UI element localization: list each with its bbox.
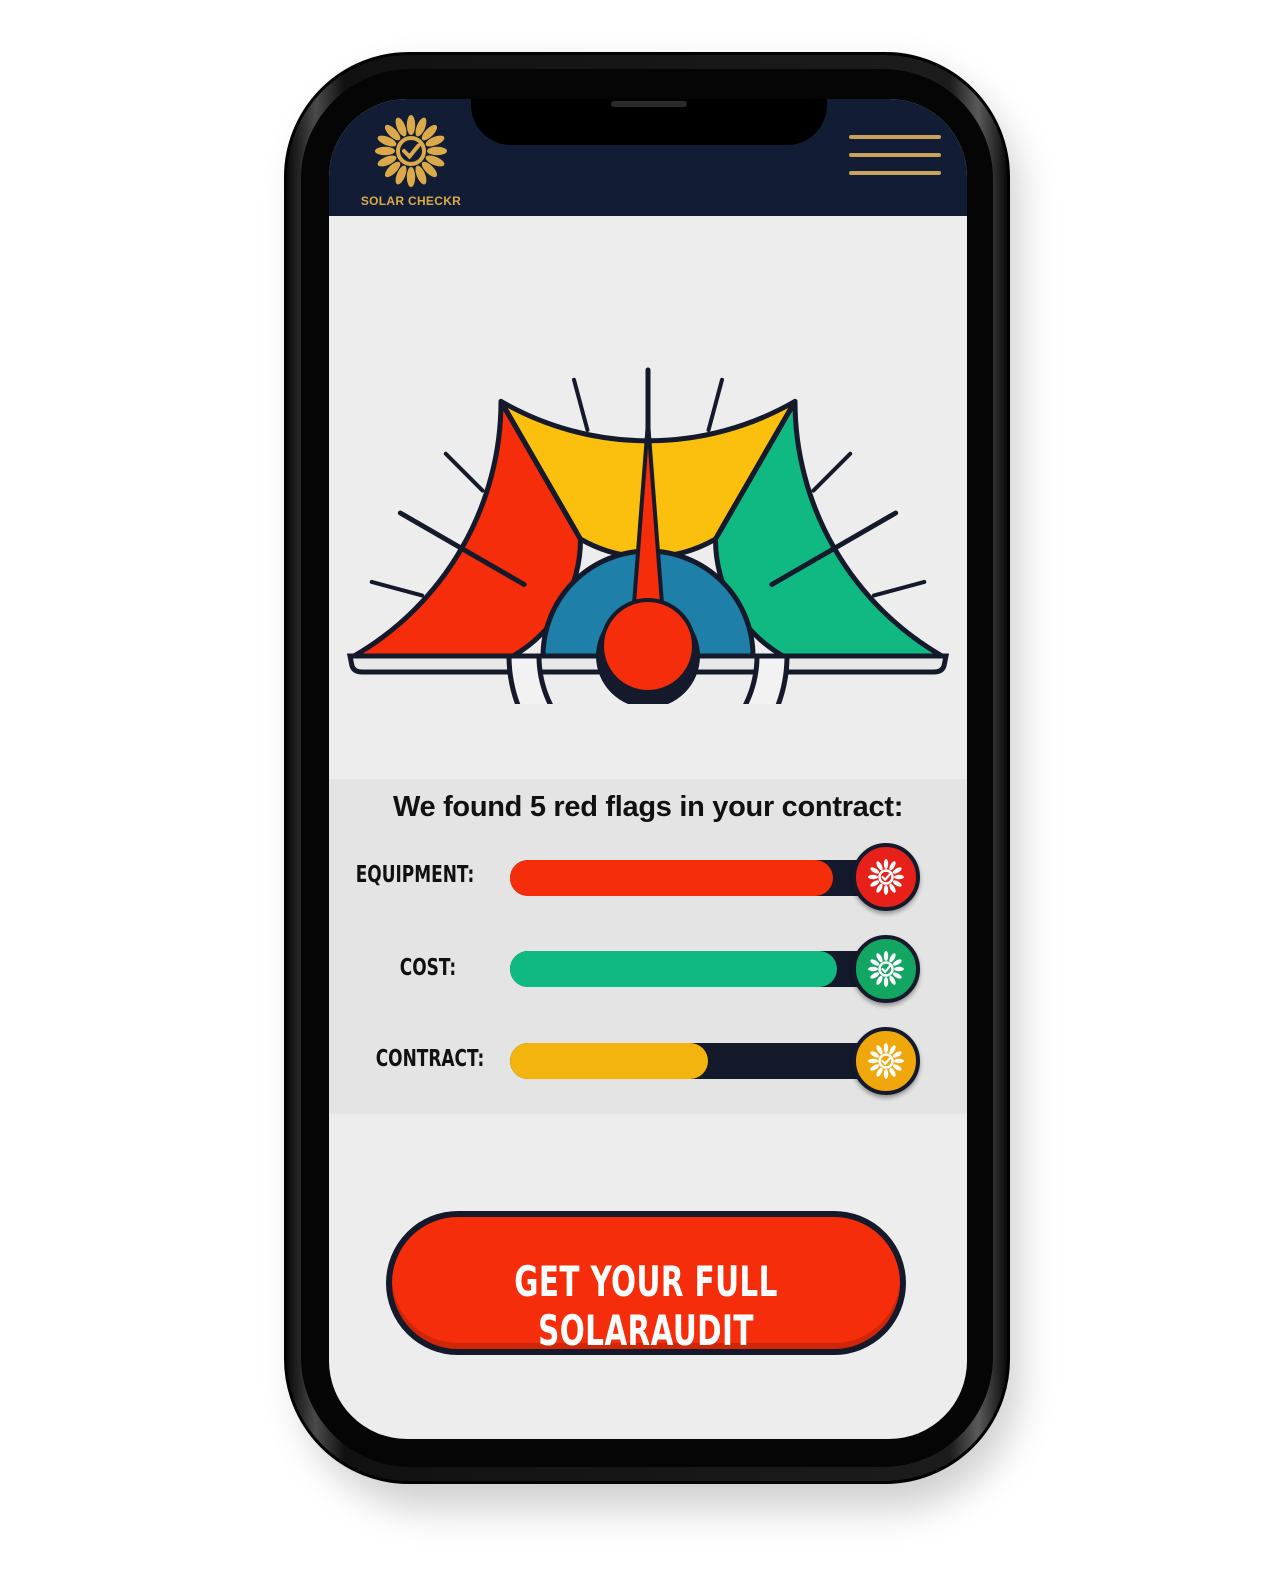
cost-bar-fill bbox=[510, 951, 837, 987]
app-screen: SOLAR CHECKR We found 5 red flags in you… bbox=[329, 99, 967, 1439]
gauge-hub bbox=[600, 598, 696, 694]
score-gauge bbox=[346, 367, 950, 704]
results-headline: We found 5 red flags in your contract: bbox=[392, 791, 904, 823]
contract-label: CONTRACT: bbox=[375, 1046, 485, 1072]
gauge-tick bbox=[706, 377, 725, 432]
logo-text: SOLAR CHECKR bbox=[360, 194, 462, 208]
gauge-tick bbox=[811, 451, 853, 493]
sun-check-icon bbox=[868, 951, 904, 987]
gauge-tick bbox=[369, 579, 424, 598]
logo[interactable]: SOLAR CHECKR bbox=[351, 113, 471, 213]
sun-check-icon bbox=[868, 859, 904, 895]
app-header: SOLAR CHECKR bbox=[329, 99, 967, 216]
menu-line bbox=[849, 171, 941, 175]
contract-bar bbox=[510, 1043, 890, 1079]
menu-line bbox=[849, 135, 941, 139]
gauge-tick bbox=[443, 451, 485, 493]
phone-notch bbox=[471, 99, 827, 145]
cost-knob[interactable] bbox=[852, 935, 920, 1003]
menu-line bbox=[849, 153, 941, 157]
contract-knob[interactable] bbox=[852, 1027, 920, 1095]
full-audit-button[interactable]: GET YOUR FULL SOLARAUDIT bbox=[386, 1211, 906, 1355]
gauge-tick bbox=[571, 377, 590, 432]
equipment-bar bbox=[510, 860, 890, 896]
hamburger-menu-icon[interactable] bbox=[849, 135, 941, 179]
equipment-knob[interactable] bbox=[852, 843, 920, 911]
sun-logo-icon bbox=[375, 115, 447, 187]
gauge-tick bbox=[872, 579, 927, 598]
equipment-bar-fill bbox=[510, 860, 833, 896]
sun-check-icon bbox=[868, 1043, 904, 1079]
cost-label: COST: bbox=[399, 955, 457, 981]
cost-bar bbox=[510, 951, 890, 987]
contract-bar-fill bbox=[510, 1043, 708, 1079]
equipment-label: EQUIPMENT: bbox=[355, 862, 475, 888]
full-audit-button-label: GET YOUR FULL SOLARAUDIT bbox=[514, 1257, 778, 1355]
speaker-grill bbox=[611, 101, 687, 107]
